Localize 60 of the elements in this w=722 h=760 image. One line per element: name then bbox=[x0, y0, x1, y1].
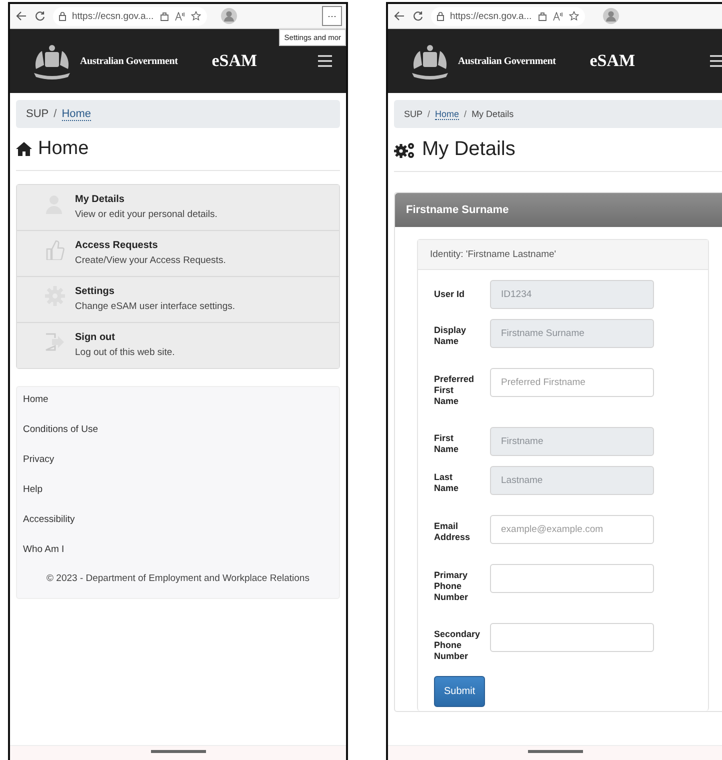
refresh-icon[interactable] bbox=[413, 11, 423, 21]
gesture-handle[interactable] bbox=[150, 750, 206, 753]
address-bar[interactable]: https://ecsn.gov.a... bbox=[53, 6, 207, 26]
panel-header: Firstname Surname bbox=[395, 193, 722, 227]
text-field[interactable] bbox=[490, 564, 654, 593]
footer-link[interactable]: Conditions of Use bbox=[23, 423, 98, 453]
field-label: Primary Phone Number bbox=[434, 569, 470, 603]
breadcrumb-item: SUP bbox=[404, 109, 423, 119]
menu-icon[interactable] bbox=[710, 55, 722, 67]
menu-item[interactable]: My Details View or edit your personal details. bbox=[17, 185, 339, 231]
footer-link[interactable]: Who Am I bbox=[23, 543, 64, 573]
page-title: My Details bbox=[422, 138, 516, 161]
breadcrumb-separator: / bbox=[464, 109, 467, 119]
app-name: eSAM bbox=[212, 51, 258, 71]
back-icon[interactable] bbox=[394, 11, 405, 21]
footer-link[interactable]: Accessibility bbox=[23, 513, 75, 543]
app-name: eSAM bbox=[590, 51, 636, 71]
breadcrumb-separator: / bbox=[54, 108, 57, 120]
gesture-handle[interactable] bbox=[528, 750, 582, 753]
submit-button[interactable]: Submit bbox=[434, 676, 486, 707]
lock-icon bbox=[59, 12, 66, 20]
footer-link[interactable]: Privacy bbox=[23, 453, 54, 483]
home-icon bbox=[16, 142, 32, 156]
page-title: Home bbox=[38, 138, 89, 160]
sign-out-icon bbox=[45, 332, 65, 352]
text-field[interactable] bbox=[490, 623, 654, 652]
text-field[interactable]: Preferred Firstname bbox=[490, 368, 654, 397]
breadcrumb-item: My Details bbox=[472, 109, 514, 119]
settings-and-more-button[interactable]: ··· bbox=[322, 6, 342, 26]
breadcrumb-separator: / bbox=[428, 109, 430, 119]
read-aloud-icon[interactable] bbox=[174, 12, 185, 20]
lock-icon bbox=[437, 12, 444, 20]
footer-link[interactable]: Home bbox=[23, 393, 48, 423]
field-label: Display Name bbox=[434, 324, 468, 347]
profile-icon[interactable] bbox=[220, 8, 237, 24]
profile-icon[interactable] bbox=[602, 8, 619, 24]
star-icon[interactable] bbox=[190, 11, 201, 21]
identity-heading: Identity: 'Firstname Lastname' bbox=[418, 240, 708, 270]
field-label: Email Address bbox=[434, 520, 472, 543]
breadcrumb-item: SUP bbox=[26, 108, 49, 120]
field-label: First Name bbox=[434, 432, 460, 455]
address-bar[interactable]: https://ecsn.gov.a... bbox=[431, 6, 585, 26]
field-label: Secondary Phone Number bbox=[434, 628, 480, 662]
refresh-icon[interactable] bbox=[35, 11, 45, 21]
text-field[interactable]: example@example.com bbox=[490, 515, 654, 544]
gears-icon bbox=[394, 140, 416, 158]
agency-name: Australian Government bbox=[458, 56, 556, 66]
menu-icon[interactable] bbox=[318, 55, 332, 67]
field-label: Last Name bbox=[434, 471, 460, 494]
read-aloud-icon[interactable] bbox=[552, 12, 563, 20]
back-icon[interactable] bbox=[16, 11, 27, 21]
field-label: Preferred First Name bbox=[434, 373, 474, 407]
breadcrumb-link[interactable]: Home bbox=[62, 108, 92, 120]
copyright-text: © 2023 - Department of Employment and Workplace Relations bbox=[46, 573, 310, 584]
thumbs-up-icon bbox=[45, 240, 65, 260]
breadcrumb-link[interactable]: Home bbox=[435, 108, 460, 120]
field-label: User Id bbox=[434, 288, 466, 300]
footer-link[interactable]: Help bbox=[23, 483, 43, 513]
agency-name: Australian Government bbox=[80, 56, 178, 66]
star-icon[interactable] bbox=[568, 11, 579, 21]
